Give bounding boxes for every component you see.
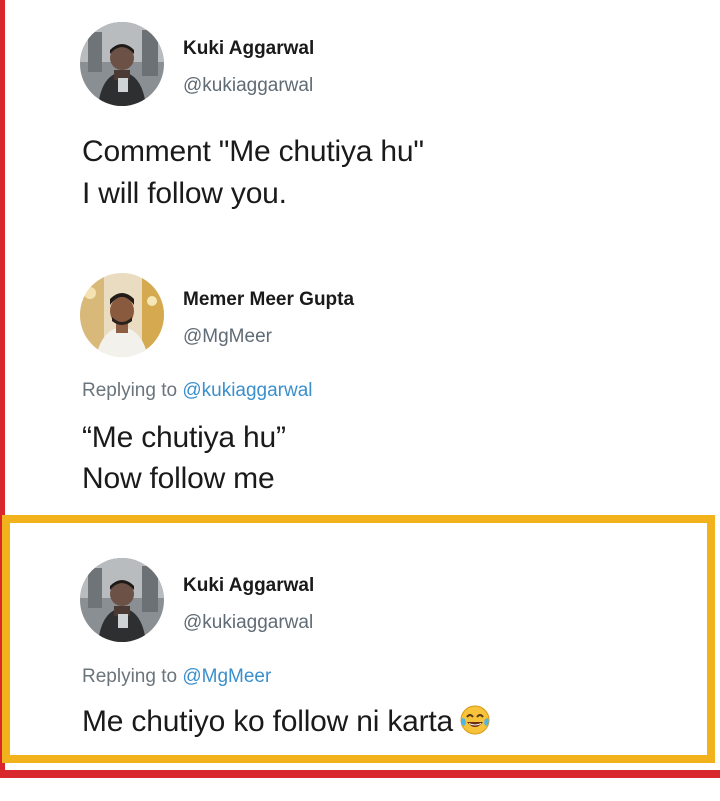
author-name[interactable]: Kuki Aggarwal [183, 575, 314, 597]
replying-prefix: Replying to [82, 666, 183, 687]
mention-link[interactable]: @kukiaggarwal [182, 380, 312, 401]
author-handle[interactable]: @kukiaggarwal [183, 612, 313, 634]
replying-to: Replying to @MgMeer [82, 666, 271, 688]
author-name[interactable]: Memer Meer Gupta [183, 289, 354, 311]
author-handle[interactable]: @MgMeer [183, 326, 272, 348]
tweet-text-line: I will follow you. [82, 177, 287, 210]
avatar-kuki[interactable] [80, 558, 164, 642]
avatar-meer[interactable] [80, 273, 164, 357]
tweet-text-line: “Me chutiya hu” [82, 421, 286, 454]
mention-link[interactable]: @MgMeer [182, 666, 271, 687]
avatar-kuki[interactable] [80, 22, 164, 106]
tweet-text: Me chutiyo ko follow ni karta [82, 705, 454, 738]
replying-prefix: Replying to [82, 380, 183, 401]
replying-to: Replying to @kukiaggarwal [82, 380, 313, 402]
tweet-text-line: Comment "Me chutiya hu" [82, 135, 424, 168]
author-name[interactable]: Kuki Aggarwal [183, 38, 314, 60]
author-handle[interactable]: @kukiaggarwal [183, 75, 313, 97]
tweet-text-line: Me chutiyo ko follow ni karta [82, 704, 491, 739]
tweet-text-line: Now follow me [82, 462, 275, 495]
screenshot-frame: Kuki Aggarwal @kukiaggarwal Comment "Me … [0, 0, 720, 801]
tears-of-joy-emoji-icon [459, 704, 491, 736]
red-border-bottom [0, 770, 720, 778]
